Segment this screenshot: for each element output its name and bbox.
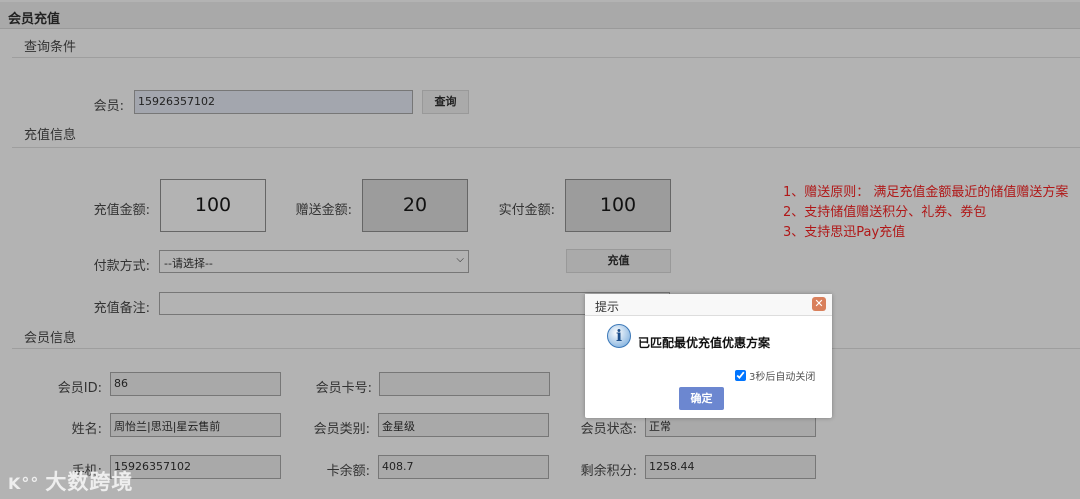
balance-label: 卡余额:: [326, 464, 370, 479]
paid-amount: 100: [565, 179, 671, 232]
recharge-button[interactable]: 充值: [566, 249, 671, 273]
member-type-label: 会员类别:: [313, 422, 370, 437]
name-label: 姓名:: [71, 422, 102, 437]
member-id-field: 86: [110, 372, 281, 396]
member-id-label: 会员ID:: [57, 381, 102, 396]
info-icon: i: [607, 324, 631, 348]
divider: [12, 57, 1080, 58]
points-field: 1258.44: [645, 455, 816, 479]
auto-close-label: 3秒后自动关闭: [749, 372, 816, 383]
bonus-amount: 20: [362, 179, 468, 232]
close-icon[interactable]: ✕: [812, 297, 826, 311]
paid-label: 实付金额:: [498, 203, 555, 218]
card-no-label: 会员卡号:: [315, 381, 372, 396]
page-title: 会员充值: [8, 12, 61, 27]
member-section-title: 会员信息: [24, 331, 77, 346]
member-input[interactable]: 15926357102: [134, 90, 413, 114]
amount-label: 充值金额:: [93, 203, 150, 218]
card-no-field: [379, 372, 550, 396]
prompt-dialog: 提示 ✕ i 已匹配最优充值优惠方案 3秒后自动关闭 确定: [585, 294, 832, 418]
dialog-header: 提示: [585, 294, 832, 316]
note: 2、支持储值赠送积分、礼券、券包: [783, 205, 987, 220]
auto-close-checkbox[interactable]: 3秒后自动关闭: [735, 368, 815, 383]
watermark: K°° 大数跨境: [8, 470, 134, 494]
auto-close-check[interactable]: [735, 370, 746, 381]
payment-label: 付款方式:: [93, 259, 150, 274]
dialog-title: 提示: [595, 300, 620, 314]
query-button[interactable]: 查询: [422, 90, 469, 114]
payment-selected: --请选择--: [164, 257, 213, 270]
payment-select[interactable]: --请选择-- ⌵: [159, 250, 469, 273]
chevron-down-icon: ⌵: [456, 254, 464, 265]
page-header: [0, 2, 1080, 29]
remark-label: 充值备注:: [93, 301, 150, 316]
amount-input[interactable]: 100: [160, 179, 266, 232]
phone-field: 15926357102: [110, 455, 281, 479]
note: 1、赠送原则： 满足充值金额最近的储值赠送方案: [783, 185, 1069, 200]
points-label: 剩余积分:: [580, 464, 637, 479]
bonus-label: 赠送金额:: [295, 203, 352, 218]
name-field: 周怡兰|思迅|星云售前: [110, 413, 281, 437]
member-status-label: 会员状态:: [580, 422, 637, 437]
recharge-section-title: 充值信息: [24, 128, 77, 143]
dialog-message: 已匹配最优充值优惠方案: [638, 336, 771, 350]
balance-field: 408.7: [378, 455, 549, 479]
ok-button[interactable]: 确定: [679, 387, 724, 410]
note: 3、支持思迅Pay充值: [783, 225, 906, 240]
query-section-title: 查询条件: [24, 40, 77, 55]
divider: [12, 348, 1080, 349]
member-type-field: 金星级: [378, 413, 549, 437]
divider: [12, 147, 1080, 148]
member-label: 会员:: [93, 99, 124, 114]
